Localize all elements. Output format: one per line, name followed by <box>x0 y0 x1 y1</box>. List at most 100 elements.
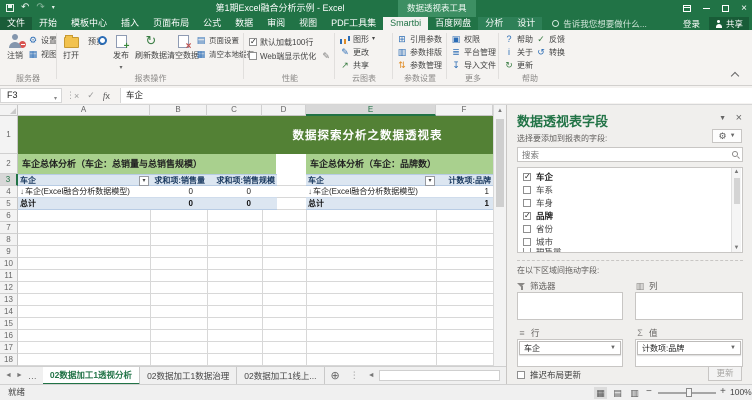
publish-button[interactable]: 发布▾ <box>109 34 133 71</box>
column-header-A[interactable]: A <box>18 105 150 116</box>
cloud-share-button[interactable]: ↗共享 <box>340 59 369 71</box>
convert-button[interactable]: ↺转换 <box>536 46 565 58</box>
zoom-in-icon[interactable]: + <box>720 386 726 397</box>
filter-dropdown-icon[interactable]: ▾ <box>425 176 435 186</box>
ribbon-tab-公式[interactable]: 公式 <box>196 17 228 30</box>
field-checkbox-销售量[interactable] <box>523 248 531 253</box>
share-button[interactable]: 共享 <box>709 17 749 30</box>
rows-field-chip[interactable]: 车企▼ <box>519 341 621 355</box>
close-icon[interactable]: × <box>741 4 747 14</box>
load100-checkbox-row[interactable]: 默认加载100行 <box>249 36 313 48</box>
ribbon-tab-分析[interactable]: 分析 <box>478 17 510 30</box>
ribbon-options-icon[interactable] <box>683 5 691 12</box>
qat-customize-icon[interactable]: ▾ <box>52 5 55 11</box>
import-file-button[interactable]: ↧导入文件 <box>451 59 496 71</box>
pane-close-icon[interactable]: × <box>736 112 742 124</box>
cancel-entry-icon[interactable]: × <box>74 91 79 101</box>
row-header-12[interactable]: 12 <box>0 282 18 294</box>
page-setup-button[interactable]: ▤页面设置 <box>196 34 239 46</box>
ref-param-button[interactable]: ⊞引用参数 <box>397 33 442 45</box>
sheet-nav-left-icon[interactable]: ◄ <box>5 372 12 379</box>
values-field-chip[interactable]: 计数项:品牌▼ <box>637 341 741 355</box>
field-checkbox-车企[interactable] <box>523 173 531 181</box>
right-pivot-total[interactable]: 1 <box>436 198 493 209</box>
field-checkbox-品牌[interactable] <box>523 212 531 220</box>
sheet-tab-02数据加工1线上...[interactable]: 02数据加工1线上... <box>237 367 324 385</box>
left-pivot-field-header[interactable]: 车企▾ <box>18 175 150 185</box>
ribbon-tab-数据[interactable]: 数据 <box>228 17 260 30</box>
ribbon-tab-视图[interactable]: 视图 <box>292 17 324 30</box>
zoom-level[interactable]: 100% <box>730 385 752 400</box>
open-button[interactable]: 打开 <box>59 34 83 61</box>
signout-button[interactable]: 注销 <box>3 34 27 61</box>
field-checkbox-车系[interactable] <box>523 186 531 194</box>
column-header-C[interactable]: C <box>207 105 262 116</box>
page-layout-view-icon[interactable]: ▤ <box>611 387 624 399</box>
clear-data-button[interactable]: 清空数据 <box>166 34 200 61</box>
ribbon-tab-PDF工具集[interactable]: PDF工具集 <box>324 17 383 30</box>
ribbon-tab-设计[interactable]: 设计 <box>510 17 542 30</box>
vertical-scrollbar-thumb[interactable] <box>496 119 504 207</box>
field-checkbox-城市[interactable] <box>523 238 531 246</box>
sign-in-button[interactable]: 登录 <box>683 18 700 30</box>
help-button[interactable]: ?帮助 <box>504 33 533 45</box>
row-header-16[interactable]: 16 <box>0 330 18 342</box>
field-item-车系[interactable]: 车系 <box>518 183 742 196</box>
field-item-品牌[interactable]: 品牌 <box>518 209 742 222</box>
right-pivot-field-header[interactable]: 车企▾ <box>306 175 436 185</box>
row-header-7[interactable]: 7 <box>0 222 18 234</box>
row-header-9[interactable]: 9 <box>0 246 18 258</box>
row-header-17[interactable]: 17 <box>0 342 18 354</box>
column-header-E[interactable]: E <box>306 105 436 116</box>
clear-cache-button[interactable]: ▦清空本地缓存 <box>196 48 254 60</box>
field-scrollbar-thumb[interactable] <box>734 178 740 204</box>
zoom-slider-thumb[interactable] <box>686 388 692 397</box>
left-pivot-col-header-2[interactable]: 求和项:销售规模 <box>207 175 277 185</box>
platform-manage-button[interactable]: ≣平台管理 <box>451 46 496 58</box>
left-pivot-value-1[interactable]: 0 <box>150 186 207 197</box>
defer-layout-checkbox[interactable] <box>517 371 525 379</box>
change-button[interactable]: ✎更改 <box>340 46 369 58</box>
settings-button[interactable]: ⚙设置 <box>28 34 57 46</box>
ribbon-tab-页面布局[interactable]: 页面布局 <box>146 17 196 30</box>
view-button[interactable]: ▦视图 <box>28 48 57 60</box>
left-pivot-value-2[interactable]: 0 <box>207 186 277 197</box>
values-dropzone[interactable]: 计数项:品牌▼ <box>635 339 743 367</box>
save-icon[interactable] <box>6 4 14 12</box>
edit-pencil-icon[interactable]: ✎ <box>322 51 330 62</box>
restore-icon[interactable] <box>722 5 729 12</box>
about-button[interactable]: i关于 <box>504 46 533 58</box>
update-button[interactable]: 更新 <box>708 366 742 381</box>
add-sheet-icon[interactable]: ⊕ <box>331 369 340 382</box>
row-header-10[interactable]: 10 <box>0 258 18 270</box>
refresh-data-button[interactable]: ↻ 刷新数据 <box>134 34 168 61</box>
tools-dropdown-button[interactable]: ⚙▼ <box>712 129 742 143</box>
scroll-up-icon[interactable]: ▲ <box>494 105 506 114</box>
sheet-more-icon[interactable]: … <box>28 371 38 381</box>
left-pivot-col-header-1[interactable]: 求和项:销售量 <box>150 175 207 185</box>
update-button[interactable]: ↻更新 <box>504 59 533 71</box>
field-checkbox-车身[interactable] <box>523 199 531 207</box>
row-header-11[interactable]: 11 <box>0 270 18 282</box>
left-pivot-total-label[interactable]: 总计 <box>18 198 150 209</box>
column-header-B[interactable]: B <box>150 105 207 116</box>
column-header-F[interactable]: F <box>436 105 493 116</box>
field-item-销售量[interactable]: 销售量 <box>518 248 742 253</box>
param-manage-button[interactable]: ⇅参数管理 <box>397 59 442 71</box>
hscroll-left-icon[interactable]: ◄ <box>368 372 375 379</box>
right-pivot-total-label[interactable]: 总计 <box>306 198 436 209</box>
web-optimize-checkbox[interactable] <box>249 52 257 60</box>
vertical-scrollbar[interactable]: ▲ <box>493 105 506 366</box>
ribbon-tab-插入[interactable]: 插入 <box>114 17 146 30</box>
confirm-entry-icon[interactable]: ✓ <box>87 90 95 101</box>
preview-button[interactable]: 预览 <box>84 34 108 47</box>
publish-dropdown-icon[interactable]: ▾ <box>119 65 122 71</box>
chevron-down-icon[interactable]: ▼ <box>610 345 616 351</box>
ribbon-tab-百度网盘[interactable]: 百度网盘 <box>428 17 478 30</box>
left-pivot-row-label[interactable]: ↓车企(Excel融合分析数据模型) <box>18 186 168 197</box>
chevron-down-icon[interactable]: ▼ <box>730 345 736 351</box>
field-list-scrollbar[interactable]: ▲ ▼ <box>731 168 741 252</box>
row-header-18[interactable]: 18 <box>0 354 18 366</box>
formula-input[interactable]: 车企 <box>120 88 752 103</box>
ribbon-tab-开始[interactable]: 开始 <box>32 17 64 30</box>
